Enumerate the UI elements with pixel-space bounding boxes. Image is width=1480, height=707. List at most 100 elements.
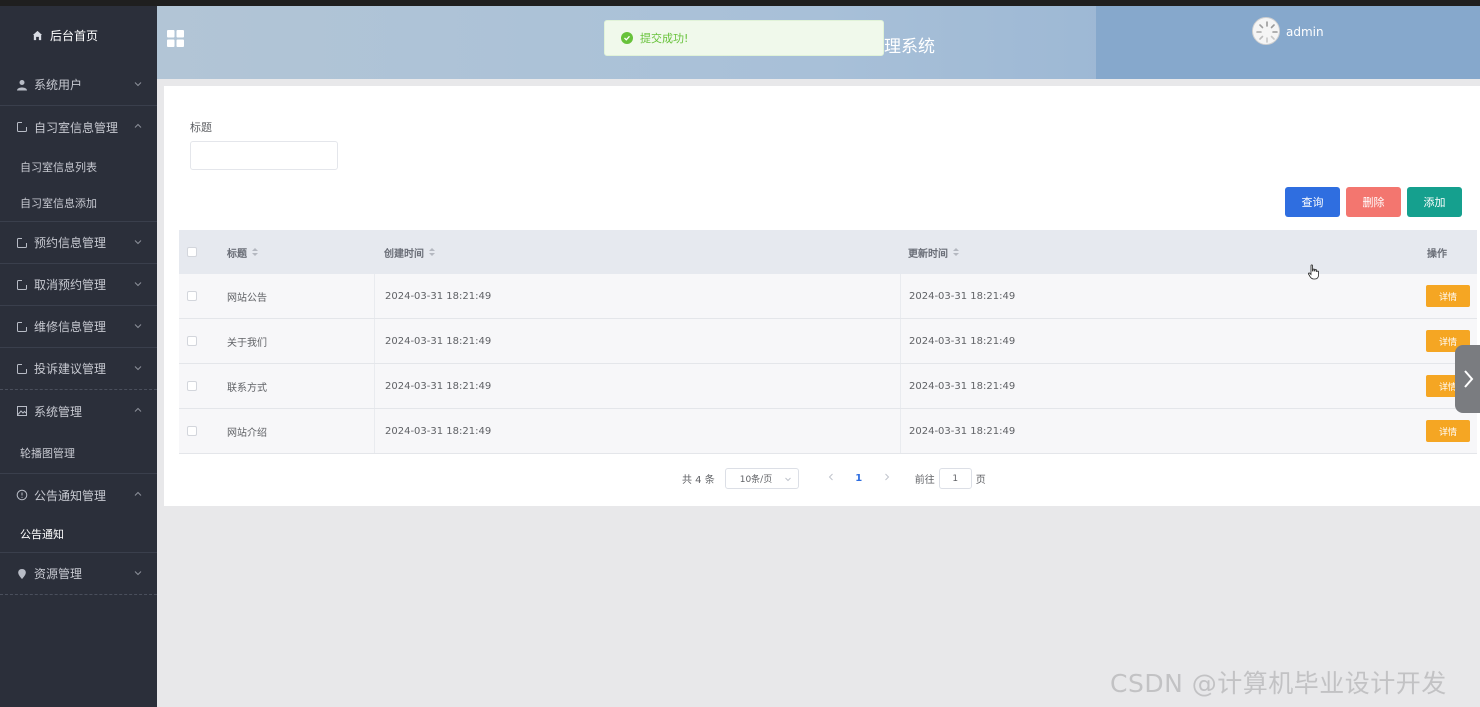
page-unit-label: 页: [975, 475, 986, 486]
delete-button[interactable]: 删除: [1346, 187, 1401, 217]
sidebar-item-complaints[interactable]: 投诉建议管理: [0, 348, 157, 390]
sidebar-item-label: 预约信息管理: [34, 236, 107, 250]
table-row: 网站公告 2024-03-31 18:21:49 2024-03-31 18:2…: [179, 274, 1477, 319]
sidebar-subitem-notice[interactable]: 公告通知: [0, 516, 157, 553]
sidebar-subitem-studyroom-list[interactable]: 自习室信息列表: [0, 148, 157, 185]
username[interactable]: admin: [1286, 25, 1324, 39]
cell-updated: 2024-03-31 18:21:49: [900, 409, 1410, 453]
chevron-down-icon: [134, 366, 142, 371]
sidebar-item-system-users[interactable]: 系统用户: [0, 64, 157, 106]
page-size-select[interactable]: 10条/页: [724, 468, 799, 489]
pagination: 共 4 条 10条/页 1 前往 1 页: [682, 468, 986, 489]
detail-button[interactable]: 详情: [1426, 285, 1470, 307]
success-toast: 提交成功!: [604, 20, 884, 56]
chevron-right-icon: [884, 473, 889, 481]
user-icon: [16, 79, 28, 91]
check-circle-icon: [621, 32, 633, 44]
filter-title-label: 标题: [190, 121, 212, 134]
table-row: 联系方式 2024-03-31 18:21:49 2024-03-31 18:2…: [179, 364, 1477, 409]
goto-label: 前往: [914, 475, 935, 486]
chevron-up-icon: [134, 407, 142, 412]
sidebar-subitem-studyroom-add[interactable]: 自习室信息添加: [0, 185, 157, 222]
home-icon: [30, 30, 44, 41]
sidebar-item-label: 维修信息管理: [34, 320, 107, 334]
sort-icon[interactable]: [952, 247, 960, 257]
cell-title: 网站公告: [227, 292, 267, 304]
sidebar-item-studyroom[interactable]: 自习室信息管理: [0, 106, 157, 148]
location-icon: [16, 568, 28, 580]
sidebar-item-notice-management[interactable]: 公告通知管理: [0, 474, 157, 516]
document-icon: [16, 363, 28, 375]
query-button[interactable]: 查询: [1285, 187, 1340, 217]
cell-title: 网站介绍: [227, 427, 267, 439]
cell-title: 联系方式: [227, 382, 267, 394]
prev-page-button[interactable]: [817, 473, 845, 484]
chevron-down-icon: [134, 324, 142, 329]
sidebar-home-label: 后台首页: [50, 28, 99, 43]
add-button[interactable]: 添加: [1407, 187, 1462, 217]
column-header-title[interactable]: 标题: [227, 230, 374, 274]
column-header-created[interactable]: 创建时间: [374, 230, 900, 274]
column-header-updated[interactable]: 更新时间: [900, 230, 1410, 274]
sidebar-subitem-carousel[interactable]: 轮播图管理: [0, 432, 157, 474]
sidebar: 后台首页 系统用户 自习室信息管理 自习室信息列表 自习室信息添加 预约信息管理…: [0, 6, 157, 707]
chevron-down-icon: [784, 477, 791, 482]
chevron-up-icon: [134, 123, 142, 128]
sort-icon[interactable]: [428, 247, 436, 257]
side-panel-toggle[interactable]: [1455, 345, 1480, 413]
cell-created: 2024-03-31 18:21:49: [374, 364, 900, 408]
sidebar-item-reservation[interactable]: 预约信息管理: [0, 222, 157, 264]
cell-updated: 2024-03-31 18:21:49: [900, 364, 1410, 408]
goto-page-input[interactable]: 1: [938, 468, 972, 489]
header-user-panel: [1096, 6, 1480, 79]
sidebar-item-label: 公告通知管理: [34, 488, 107, 503]
row-checkbox[interactable]: [187, 381, 197, 391]
menu-grid-icon[interactable]: [167, 30, 184, 47]
sort-icon[interactable]: [251, 247, 259, 257]
chevron-up-icon: [134, 491, 142, 496]
sidebar-item-label: 取消预约管理: [34, 278, 107, 292]
chevron-down-icon: [134, 82, 142, 87]
avatar[interactable]: [1252, 17, 1280, 45]
picture-icon: [16, 405, 28, 417]
toast-message: 提交成功!: [640, 32, 689, 45]
cell-created: 2024-03-31 18:21:49: [374, 274, 900, 318]
sidebar-item-resources[interactable]: 资源管理: [0, 553, 157, 595]
table-header: 标题 创建时间 更新时间 操作: [179, 230, 1477, 274]
sidebar-item-repair[interactable]: 维修信息管理: [0, 306, 157, 348]
sidebar-item-label: 系统用户: [34, 78, 83, 92]
document-icon: [16, 321, 28, 333]
info-icon: [16, 489, 28, 501]
title-search-input[interactable]: [190, 141, 338, 170]
watermark: CSDN @计算机毕业设计开发: [1110, 669, 1447, 698]
document-icon: [16, 237, 28, 249]
chevron-right-icon: [1463, 370, 1473, 388]
chevron-down-icon: [134, 282, 142, 287]
sidebar-home[interactable]: 后台首页: [0, 6, 157, 64]
next-page-button[interactable]: [873, 473, 901, 484]
detail-button[interactable]: 详情: [1426, 420, 1470, 442]
row-checkbox[interactable]: [187, 426, 197, 436]
sidebar-item-label: 自习室信息管理: [34, 120, 119, 135]
page-title: 理系统: [884, 37, 935, 57]
pagination-total: 共 4 条: [682, 475, 715, 486]
table-row: 网站介绍 2024-03-31 18:21:49 2024-03-31 18:2…: [179, 409, 1477, 454]
cell-updated: 2024-03-31 18:21:49: [900, 319, 1410, 363]
chevron-down-icon: [134, 240, 142, 245]
cell-created: 2024-03-31 18:21:49: [374, 409, 900, 453]
select-all-checkbox[interactable]: [187, 247, 197, 257]
sidebar-item-label: 系统管理: [34, 404, 83, 419]
cell-updated: 2024-03-31 18:21:49: [900, 274, 1410, 318]
sidebar-item-cancel-reservation[interactable]: 取消预约管理: [0, 264, 157, 306]
loading-icon: [1256, 21, 1278, 43]
row-checkbox[interactable]: [187, 291, 197, 301]
cell-created: 2024-03-31 18:21:49: [374, 319, 900, 363]
sidebar-item-system-management[interactable]: 系统管理: [0, 390, 157, 432]
current-page[interactable]: 1: [845, 473, 873, 484]
cell-title: 关于我们: [227, 337, 267, 349]
document-icon: [16, 121, 28, 133]
sidebar-item-label: 资源管理: [34, 567, 83, 581]
row-checkbox[interactable]: [187, 336, 197, 346]
notice-table: 标题 创建时间 更新时间 操作 网站公告 2024-03-31 18:21:49…: [179, 230, 1477, 454]
sidebar-item-label: 投诉建议管理: [34, 362, 107, 376]
